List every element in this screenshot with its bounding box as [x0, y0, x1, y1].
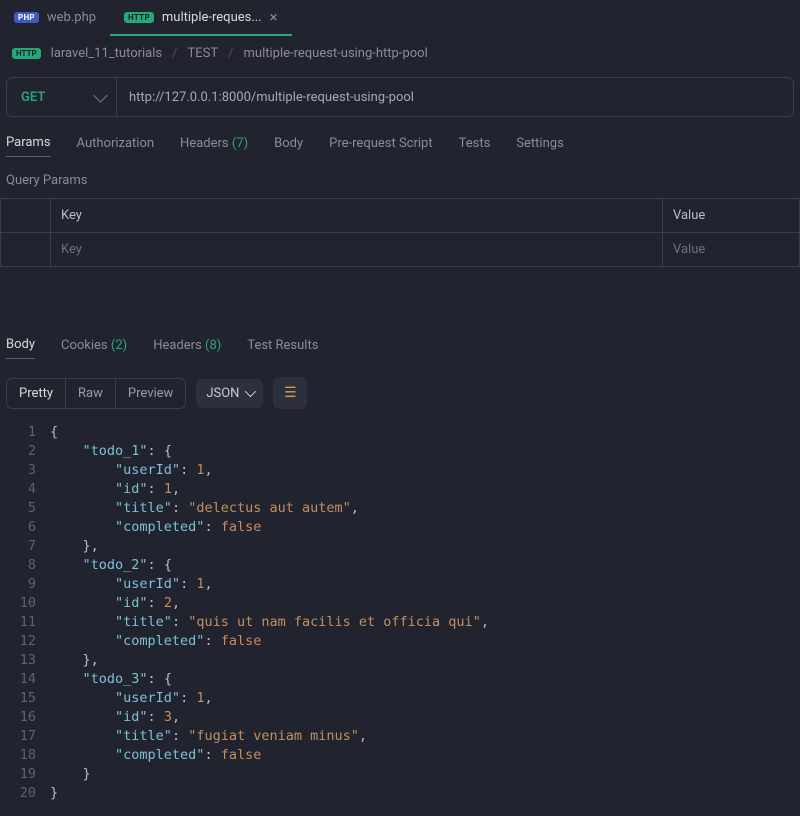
- response-tab-cookies-label: Cookies: [61, 338, 108, 353]
- url-value: http://127.0.0.1:8000/multiple-request-u…: [129, 90, 414, 105]
- tab-web-php[interactable]: PHP web.php: [0, 0, 110, 36]
- tab-headers-count: (7): [232, 136, 248, 151]
- breadcrumb: HTTP laravel_11_tutorials / TEST / multi…: [0, 36, 800, 77]
- tab-label: multiple-reques...: [162, 10, 262, 25]
- query-params-table: Key Value Key Value: [0, 198, 800, 267]
- format-label: JSON: [206, 386, 239, 401]
- tab-tests[interactable]: Tests: [459, 136, 491, 157]
- request-bar: GET http://127.0.0.1:8000/multiple-reque…: [6, 77, 794, 117]
- tab-label: web.php: [47, 10, 96, 25]
- column-header-key: Key: [51, 199, 663, 232]
- pretty-button[interactable]: Pretty: [7, 379, 65, 408]
- key-input[interactable]: Key: [51, 233, 663, 266]
- breadcrumb-part[interactable]: laravel_11_tutorials: [51, 46, 162, 61]
- tab-headers-label: Headers: [180, 136, 229, 151]
- tab-settings[interactable]: Settings: [516, 136, 563, 157]
- tab-multiple-request[interactable]: HTTP multiple-reques... ×: [110, 0, 292, 36]
- response-tab-headers[interactable]: Headers (8): [153, 338, 221, 359]
- preview-button[interactable]: Preview: [115, 379, 185, 408]
- tab-params[interactable]: Params: [6, 135, 51, 157]
- breadcrumb-part[interactable]: TEST: [188, 46, 219, 61]
- http-badge-icon: HTTP: [124, 12, 154, 23]
- tab-authorization[interactable]: Authorization: [77, 136, 155, 157]
- response-tab-cookies[interactable]: Cookies (2): [61, 338, 127, 359]
- wrap-lines-icon: ☰: [284, 386, 297, 400]
- breadcrumb-separator: /: [172, 46, 177, 61]
- format-select[interactable]: JSON: [196, 379, 263, 408]
- line-number-gutter: 1234567891011121314151617181920: [0, 423, 50, 803]
- http-badge-icon: HTTP: [12, 48, 41, 59]
- breadcrumb-part[interactable]: multiple-request-using-http-pool: [244, 46, 428, 61]
- column-header-value: Value: [663, 199, 799, 232]
- chevron-down-icon: [245, 386, 256, 397]
- breadcrumb-separator: /: [228, 46, 233, 61]
- request-subtabs: Params Authorization Headers (7) Body Pr…: [0, 117, 800, 165]
- tab-headers[interactable]: Headers (7): [180, 136, 248, 157]
- json-source[interactable]: { "todo_1": { "userId": 1, "id": 1, "tit…: [50, 423, 800, 803]
- url-input[interactable]: http://127.0.0.1:8000/multiple-request-u…: [117, 78, 793, 116]
- table-row: Key Value: [1, 233, 799, 266]
- tab-pre-request[interactable]: Pre-request Script: [329, 136, 432, 157]
- row-handle-cell: [1, 199, 51, 232]
- editor-tabs: PHP web.php HTTP multiple-reques... ×: [0, 0, 800, 36]
- row-handle-cell[interactable]: [1, 233, 51, 266]
- chevron-down-icon: [93, 89, 107, 103]
- http-method-label: GET: [21, 90, 45, 105]
- raw-button[interactable]: Raw: [65, 379, 115, 408]
- close-icon[interactable]: ×: [270, 10, 278, 25]
- response-body-viewer[interactable]: 1234567891011121314151617181920 { "todo_…: [0, 419, 800, 811]
- response-tab-body[interactable]: Body: [6, 337, 35, 359]
- response-tab-cookies-count: (2): [111, 338, 127, 353]
- query-params-title: Query Params: [0, 165, 800, 198]
- response-tab-headers-label: Headers: [153, 338, 202, 353]
- tab-body[interactable]: Body: [274, 136, 303, 157]
- response-toolbar: Pretty Raw Preview JSON ☰: [0, 367, 800, 419]
- response-tabs: Body Cookies (2) Headers (8) Test Result…: [0, 267, 800, 367]
- value-input[interactable]: Value: [663, 233, 799, 266]
- table-header-row: Key Value: [1, 199, 799, 233]
- view-mode-group: Pretty Raw Preview: [6, 378, 186, 409]
- response-tab-test-results[interactable]: Test Results: [247, 338, 318, 359]
- wrap-lines-button[interactable]: ☰: [273, 377, 307, 409]
- response-tab-headers-count: (8): [205, 338, 221, 353]
- http-method-select[interactable]: GET: [7, 78, 117, 116]
- php-badge-icon: PHP: [14, 12, 39, 23]
